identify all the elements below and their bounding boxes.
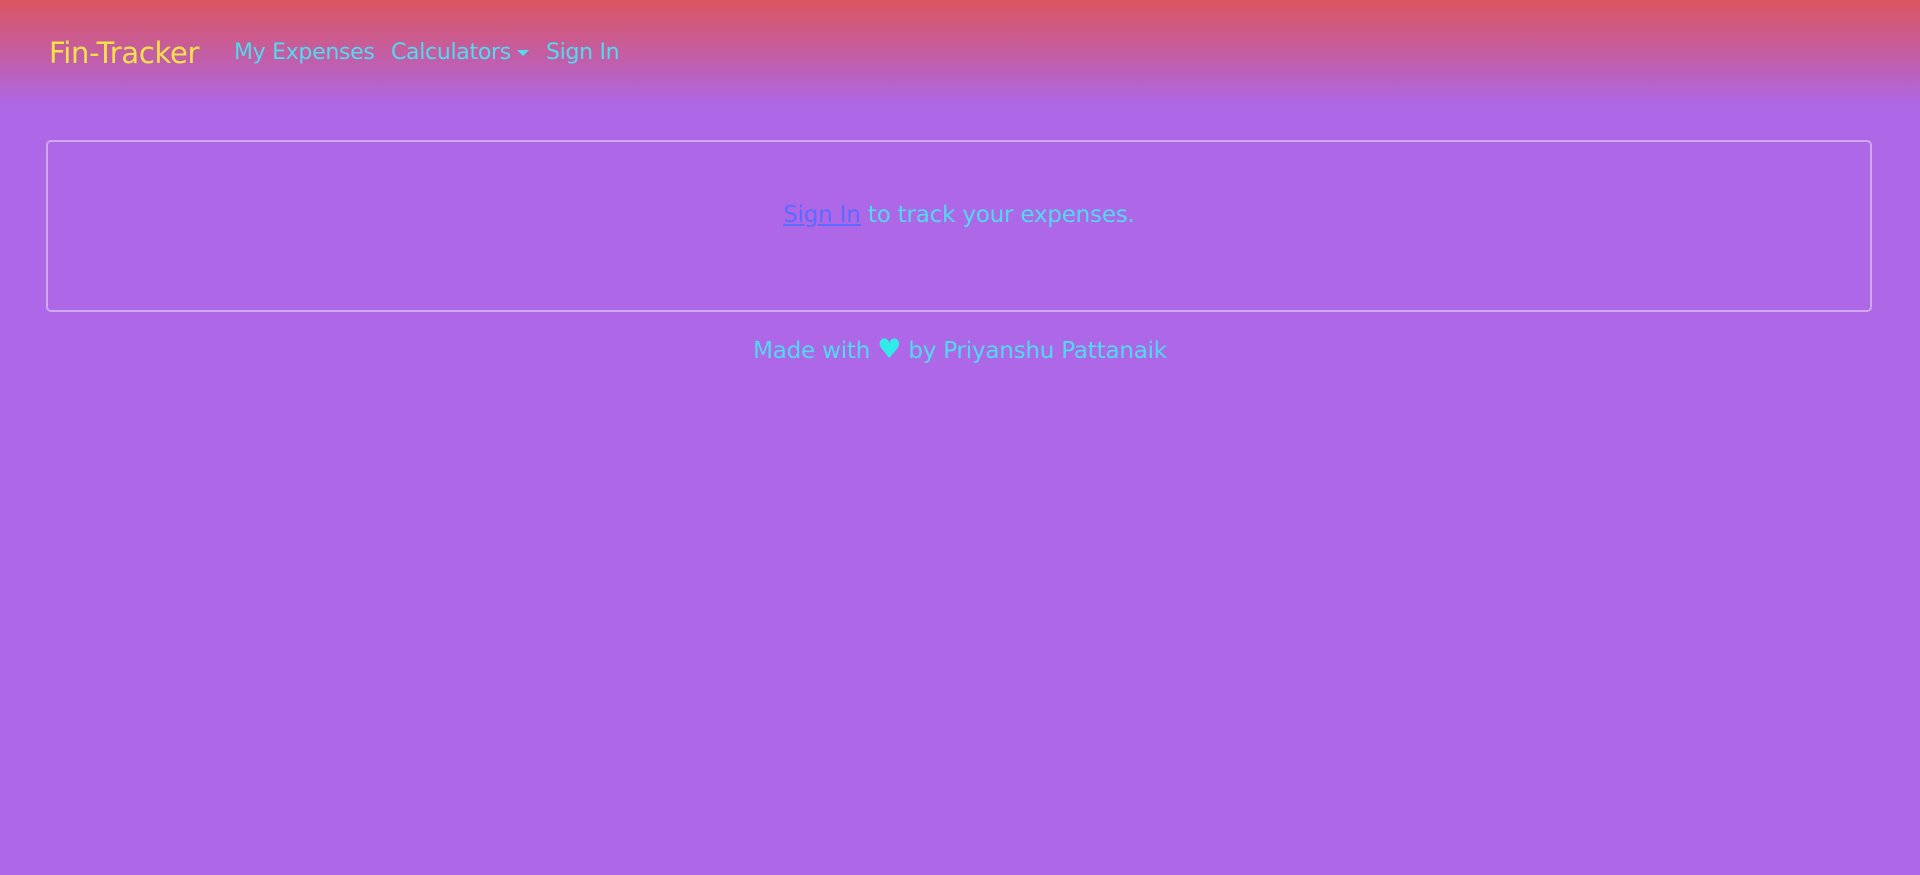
- sign-in-prompt: Sign In to track your expenses.: [48, 202, 1870, 228]
- heart-icon: ♥: [877, 334, 902, 365]
- nav-calculators-label: Calculators: [391, 40, 511, 65]
- nav-calculators-dropdown[interactable]: Calculators: [391, 40, 529, 65]
- footer-prefix: Made with: [753, 338, 878, 364]
- chevron-down-icon: [516, 50, 529, 56]
- sign-in-link[interactable]: Sign In: [783, 202, 861, 228]
- navbar: Fin-Tracker My Expenses Calculators Sign…: [0, 0, 1920, 106]
- nav-my-expenses[interactable]: My Expenses: [234, 40, 375, 65]
- sign-in-message: to track your expenses.: [860, 202, 1135, 228]
- sign-in-card: Sign In to track your expenses.: [46, 140, 1872, 312]
- footer: Made with ♥ by Priyanshu Pattanaik: [0, 334, 1920, 365]
- footer-author: by Priyanshu Pattanaik: [901, 338, 1167, 364]
- brand-logo[interactable]: Fin-Tracker: [49, 36, 199, 70]
- nav-sign-in[interactable]: Sign In: [546, 40, 620, 65]
